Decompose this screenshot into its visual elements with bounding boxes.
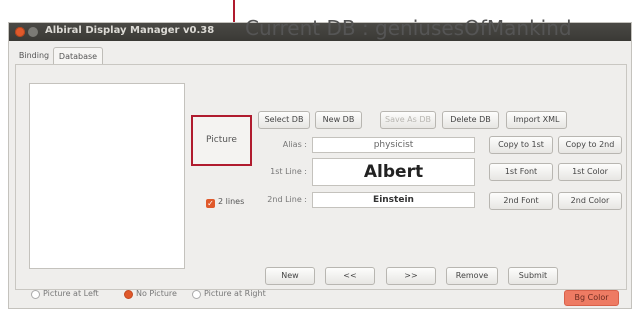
select-db-button[interactable]: Select DB <box>258 111 310 129</box>
line1-field[interactable]: Albert <box>312 158 475 186</box>
alias-label: Alias : <box>282 140 307 149</box>
line2-label: 2nd Line : <box>267 195 307 204</box>
new-db-button[interactable]: New DB <box>315 111 362 129</box>
tab-binding[interactable]: Binding <box>15 47 53 65</box>
alias-field[interactable]: physicist <box>312 137 475 153</box>
current-db-heading: Current DB : geniusesOfMankind <box>245 16 572 40</box>
close-icon[interactable] <box>15 27 25 37</box>
2nd-color-button[interactable]: 2nd Color <box>558 192 622 210</box>
bg-color-button[interactable]: Bg Color <box>564 290 619 306</box>
radio-picture-left-label: Picture at Left <box>43 289 99 298</box>
1st-color-button[interactable]: 1st Color <box>558 163 622 181</box>
next-entry-button[interactable]: >> <box>386 267 436 285</box>
copy-to-2nd-button[interactable]: Copy to 2nd <box>558 136 622 154</box>
copy-to-1st-button[interactable]: Copy to 1st <box>489 136 553 154</box>
1st-font-button[interactable]: 1st Font <box>489 163 553 181</box>
minimize-icon[interactable] <box>28 27 38 37</box>
picture-button[interactable]: Picture <box>191 115 252 166</box>
2nd-font-button[interactable]: 2nd Font <box>489 192 553 210</box>
line2-field[interactable]: Einstein <box>312 192 475 208</box>
radio-picture-left[interactable] <box>31 290 40 299</box>
radio-picture-right[interactable] <box>192 290 201 299</box>
tab-database[interactable]: Database <box>53 47 103 65</box>
window-title: Albiral Display Manager v0.38 <box>45 25 215 36</box>
previous-entry-button[interactable]: << <box>325 267 375 285</box>
radio-no-picture[interactable] <box>124 290 133 299</box>
two-lines-label: 2 lines <box>218 197 245 206</box>
two-lines-checkbox[interactable]: ✓ <box>206 199 215 208</box>
delete-db-button[interactable]: Delete DB <box>442 111 499 129</box>
radio-picture-right-label: Picture at Right <box>204 289 266 298</box>
radio-no-picture-label: No Picture <box>136 289 177 298</box>
save-as-db-button[interactable]: Save As DB <box>380 111 436 129</box>
new-entry-button[interactable]: New <box>265 267 315 285</box>
line1-label: 1st Line : <box>270 167 307 176</box>
import-xml-button[interactable]: Import XML <box>506 111 567 129</box>
remove-entry-button[interactable]: Remove <box>446 267 498 285</box>
db-entry-list[interactable] <box>29 83 185 269</box>
submit-button[interactable]: Submit <box>508 267 558 285</box>
